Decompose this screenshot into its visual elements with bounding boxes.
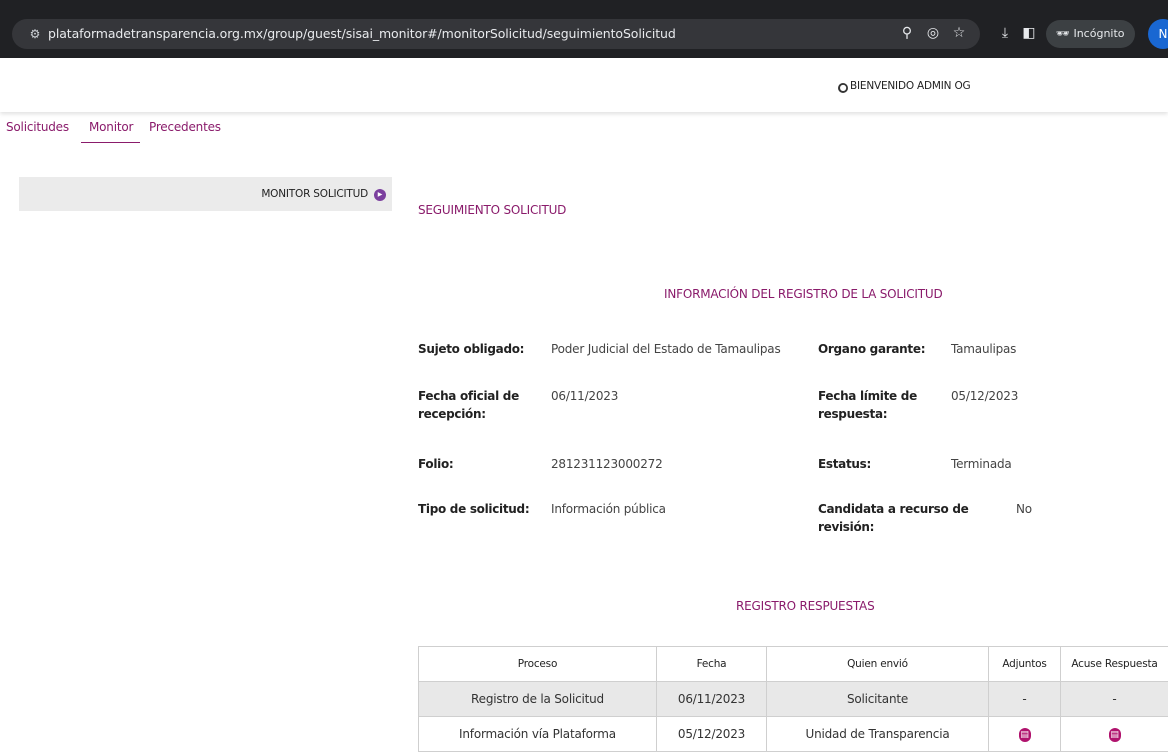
bookmark-star-icon[interactable]: ☆ <box>950 25 968 41</box>
tipo-label: Tipo de solicitud: <box>418 502 530 516</box>
download-icon[interactable]: ⤓ <box>996 25 1014 41</box>
cell-proceso: Información vía Plataforma <box>418 716 657 752</box>
col-header-proceso: Proceso <box>418 646 657 682</box>
folio-label: Folio: <box>418 457 454 471</box>
cell-fecha: 06/11/2023 <box>656 681 767 717</box>
table-row: Registro de la Solicitud 06/11/2023 Soli… <box>418 681 1168 717</box>
col-header-adjuntos: Adjuntos <box>988 646 1061 682</box>
estatus-value: Terminada <box>951 457 1012 471</box>
side-panel-icon[interactable]: ◧ <box>1020 25 1038 41</box>
tipo-value: Información pública <box>551 502 666 516</box>
site-settings-icon[interactable]: ⚙ <box>28 27 42 41</box>
page-title: SEGUIMIENTO SOLICITUD <box>418 203 567 217</box>
candidata-label: Candidata a recurso de revisión: <box>818 502 969 534</box>
cell-quien-envio: Unidad de Transparencia <box>766 716 989 752</box>
table-header-row: Proceso Fecha Quien envió Adjuntos Acuse… <box>418 646 1168 682</box>
nav-item-precedentes[interactable]: Precedentes <box>149 120 221 134</box>
col-header-quien-envio: Quien envió <box>766 646 989 682</box>
url-text[interactable]: plataformadetransparencia.org.mx/group/g… <box>48 26 676 41</box>
cell-adjuntos: ▤ <box>988 716 1061 752</box>
cell-quien-envio: Solicitante <box>766 681 989 717</box>
estatus-label: Estatus: <box>818 457 871 471</box>
col-header-fecha: Fecha <box>656 646 767 682</box>
cell-proceso: Registro de la Solicitud <box>418 681 657 717</box>
welcome-message[interactable]: ● BIENVENIDO ADMIN OG <box>838 80 971 93</box>
incognito-icon: 🕶 <box>1056 27 1070 40</box>
zoom-icon[interactable]: ⚲ <box>898 25 916 41</box>
candidata-value: No <box>1016 502 1032 516</box>
nav-item-monitor[interactable]: Monitor <box>89 120 133 134</box>
fecha-limite-label: Fecha límite de respuesta: <box>818 389 917 421</box>
sidebar-item-label: MONITOR SOLICITUD <box>261 188 368 200</box>
organo-label: Organo garante: <box>818 342 926 356</box>
welcome-text: BIENVENIDO ADMIN OG <box>850 80 971 92</box>
cell-adjuntos: - <box>988 681 1061 717</box>
info-section-title: INFORMACIÓN DEL REGISTRO DE LA SOLICITUD <box>664 287 943 301</box>
fecha-oficial-value: 06/11/2023 <box>551 389 619 403</box>
nav-item-solicitudes[interactable]: Solicitudes <box>6 120 69 134</box>
incognito-badge[interactable]: 🕶 Incógnito <box>1046 20 1135 48</box>
browser-toolbar: ⚙ plataformadetransparencia.org.mx/group… <box>0 0 1168 58</box>
tracking-protection-icon[interactable]: ◎ <box>924 25 942 41</box>
chevron-icon: ▶ <box>374 189 386 201</box>
sidebar-item-monitor-solicitud[interactable]: MONITOR SOLICITUD ▶ <box>19 177 392 211</box>
cell-acuse: - <box>1060 681 1168 717</box>
responses-section-title: REGISTRO RESPUESTAS <box>736 599 875 613</box>
user-icon: ● <box>838 83 848 93</box>
fecha-oficial-label: Fecha oficial de recepción: <box>418 389 519 421</box>
responses-table: Proceso Fecha Quien envió Adjuntos Acuse… <box>418 646 1168 752</box>
col-header-acuse: Acuse Respuesta <box>1060 646 1168 682</box>
fecha-limite-value: 05/12/2023 <box>951 389 1019 403</box>
organo-value: Tamaulipas <box>951 342 1017 356</box>
cell-acuse: ▤ <box>1060 716 1168 752</box>
nav-active-indicator <box>81 142 140 143</box>
attachment-document-icon[interactable]: ▤ <box>1018 728 1031 742</box>
acuse-document-icon[interactable]: ▤ <box>1108 728 1121 742</box>
profile-avatar[interactable]: N <box>1148 19 1168 49</box>
folio-value: 281231123000272 <box>551 457 663 471</box>
site-header: ● BIENVENIDO ADMIN OG <box>0 58 1168 112</box>
incognito-label: Incógnito <box>1073 27 1125 40</box>
sujeto-label: Sujeto obligado: <box>418 342 525 356</box>
cell-fecha: 05/12/2023 <box>656 716 767 752</box>
sujeto-value: Poder Judicial del Estado de Tamaulipas <box>551 342 781 356</box>
address-bar[interactable]: ⚙ plataformadetransparencia.org.mx/group… <box>12 19 980 49</box>
table-row: Información vía Plataforma 05/12/2023 Un… <box>418 716 1168 752</box>
